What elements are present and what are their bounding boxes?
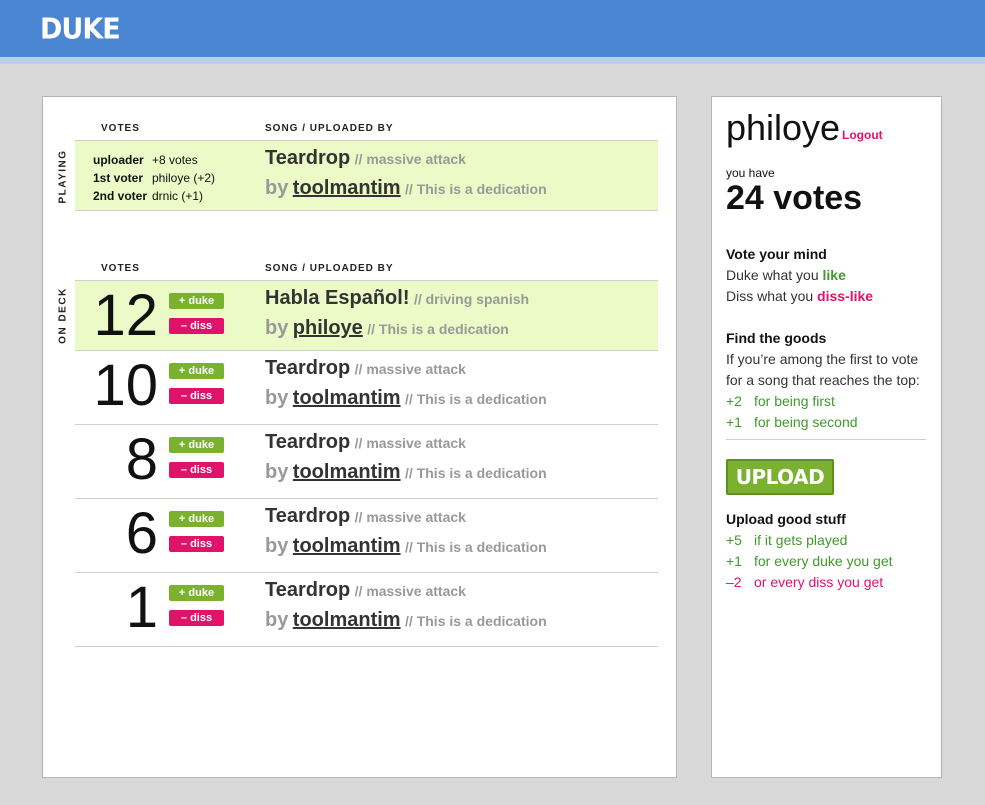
duke-button[interactable]: + duke [169, 511, 224, 527]
votes-remaining: 24 votes [726, 179, 863, 217]
song-line: Teardrop // massive attack [265, 505, 466, 528]
song-title: Teardrop [265, 505, 351, 527]
diss-button[interactable]: – diss [169, 610, 224, 626]
song-title: Teardrop [265, 357, 351, 379]
dedication: // This is a dedication [405, 391, 547, 407]
uploader-link[interactable]: toolmantim [293, 461, 401, 483]
ondeck-votes-header: VOTES [101, 263, 140, 274]
top-bar: DUKE [0, 0, 985, 57]
find-goods-text: for a song that reaches the top: [726, 372, 920, 388]
vote-count: 6 [125, 501, 158, 566]
vote-count: 12 [93, 283, 158, 348]
diss-button[interactable]: – diss [169, 388, 224, 404]
username: philoye [726, 107, 841, 148]
penalty-line: –2 or every diss you get [726, 574, 884, 590]
queue-row: 1 + duke – diss Teardrop // massive atta… [75, 573, 658, 647]
song-title: Teardrop [265, 579, 351, 601]
now-playing-row: uploader +8 votes 1st voter philoye (+2) 2… [75, 140, 658, 211]
reward-line: +5 if it gets played [726, 532, 848, 548]
song-line: Teardrop // massive attack [265, 147, 466, 170]
playing-song-header: SONG / UPLOADED BY [265, 123, 394, 134]
queue-row: 10 + duke – diss Teardrop // massive att… [75, 351, 658, 425]
diss-button[interactable]: – diss [169, 462, 224, 478]
reward-line: +2 for being first [726, 393, 835, 409]
duke-button[interactable]: + duke [169, 585, 224, 601]
top-bar-stripe [0, 57, 985, 64]
song-title: Teardrop [265, 147, 351, 169]
uploader-link[interactable]: toolmantim [293, 535, 401, 557]
vote-count: 8 [125, 427, 158, 492]
dedication: // This is a dedication [367, 321, 509, 337]
dedication: // This is a dedication [405, 613, 547, 629]
song-artist: // massive attack [354, 361, 466, 377]
reward-line: +1 for every duke you get [726, 553, 893, 569]
song-title: Habla Español! [265, 287, 410, 309]
logout-link[interactable]: Logout [842, 128, 883, 142]
diss-button[interactable]: – diss [169, 536, 224, 552]
diss-button[interactable]: – diss [169, 318, 224, 334]
voter-entry: 1st voter philoye (+2) [93, 171, 216, 185]
song-artist: // massive attack [354, 151, 466, 167]
find-goods-heading: Find the goods [726, 330, 827, 346]
uploaded-by-line: by toolmantim // This is a dedication [265, 535, 547, 557]
song-line: Habla Español! // driving spanish [265, 287, 529, 310]
vote-count: 10 [93, 353, 158, 418]
queue-row: 6 + duke – diss Teardrop // massive atta… [75, 499, 658, 573]
dedication: // This is a dedication [405, 181, 547, 197]
find-goods-text: If you’re among the first to vote [726, 351, 919, 367]
uploaded-by-line: by toolmantim // This is a dedication [265, 609, 547, 631]
uploaded-by-line: by toolmantim // This is a dedication [265, 387, 547, 409]
uploaded-by-line: by philoye // This is a dedication [265, 317, 509, 339]
playing-votes-header: VOTES [101, 123, 140, 134]
upload-good-heading: Upload good stuff [726, 511, 846, 527]
duke-hint: Duke what you like [726, 267, 846, 283]
song-line: Teardrop // massive attack [265, 579, 466, 602]
song-line: Teardrop // massive attack [265, 357, 466, 380]
uploaded-by-line: by toolmantim // This is a dedication [265, 177, 547, 199]
upload-button[interactable]: UPLOAD [726, 459, 834, 495]
duke-button[interactable]: + duke [169, 293, 224, 309]
duke-button[interactable]: + duke [169, 437, 224, 453]
voter-entry: 2nd voter drnic (+1) [93, 189, 204, 203]
uploader-link[interactable]: toolmantim [293, 609, 401, 631]
vote-count: 1 [125, 575, 158, 640]
you-have-label: you have [726, 166, 775, 180]
song-artist: // massive attack [354, 435, 466, 451]
song-title: Teardrop [265, 431, 351, 453]
dedication: // This is a dedication [405, 539, 547, 555]
user-sidebar: philoye Logout you have 24 votes Vote yo… [711, 96, 942, 778]
song-artist: // massive attack [354, 583, 466, 599]
uploaded-by-line: by toolmantim // This is a dedication [265, 461, 547, 483]
song-artist: // driving spanish [413, 291, 530, 307]
queue-row: 8 + duke – diss Teardrop // massive atta… [75, 425, 658, 499]
voter-list: uploader +8 votes 1st voter philoye (+2) 2… [93, 151, 215, 205]
uploader-link[interactable]: toolmantim [293, 177, 401, 199]
queue-panel: VOTES SONG / UPLOADED BY PLAYING uploade… [42, 96, 677, 778]
song-artist: // massive attack [354, 509, 466, 525]
playing-label: PLAYING [57, 149, 69, 204]
uploader-link[interactable]: philoye [293, 317, 363, 339]
dedication: // This is a dedication [405, 465, 547, 481]
on-deck-label: ON DECK [57, 287, 69, 344]
queue-row: 12 + duke – diss Habla Español! // drivi… [75, 280, 658, 351]
voter-entry: uploader +8 votes [93, 153, 198, 167]
song-line: Teardrop // massive attack [265, 431, 466, 454]
ondeck-song-header: SONG / UPLOADED BY [265, 263, 394, 274]
reward-line: +1 for being second [726, 414, 858, 430]
vote-mind-heading: Vote your mind [726, 246, 827, 262]
diss-hint: Diss what you diss-like [726, 288, 874, 304]
uploader-link[interactable]: toolmantim [293, 387, 401, 409]
logo[interactable]: DUKE [40, 13, 121, 46]
duke-button[interactable]: + duke [169, 363, 224, 379]
divider [726, 439, 926, 440]
